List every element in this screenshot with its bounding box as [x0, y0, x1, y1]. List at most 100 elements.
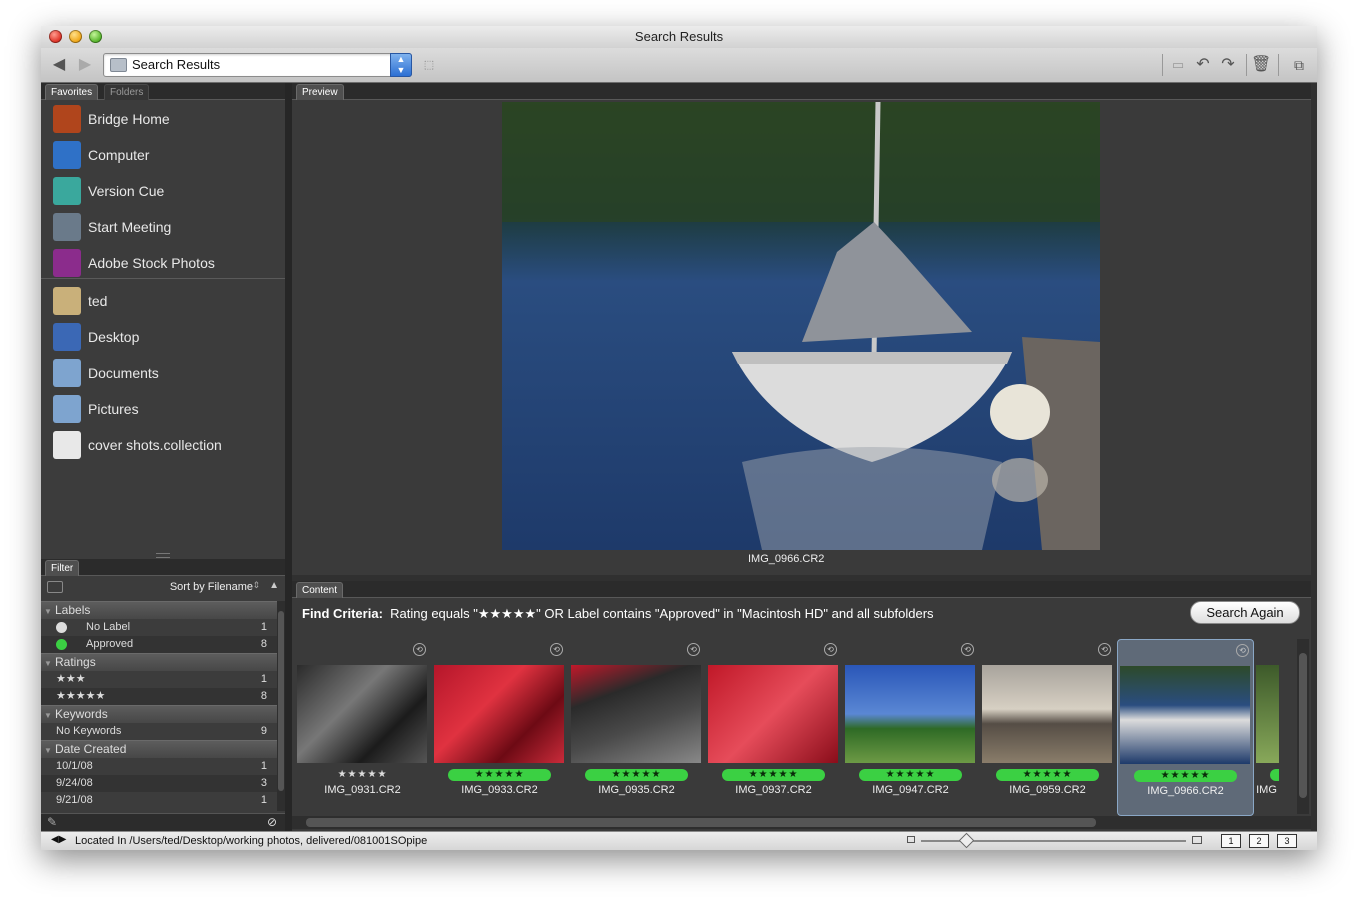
path-dropdown-button[interactable]: ▲ ▼	[390, 53, 412, 77]
filter-row-count: 1	[260, 673, 267, 685]
pin-filter-icon[interactable]: ✎	[47, 815, 57, 829]
tab-content[interactable]: Content	[296, 582, 344, 598]
workspace-view-button[interactable]: 2	[1249, 834, 1269, 848]
filter-row[interactable]: ★★★ 1	[41, 671, 277, 688]
thumbnail[interactable]: ⟲ ★★★★★ IMG_0959.CR2	[980, 639, 1115, 814]
thumbnail-image[interactable]	[571, 665, 701, 763]
compact-mode-icon[interactable]: ⧉	[1289, 55, 1309, 75]
sort-by-dropdown[interactable]: Sort by Filename	[170, 581, 253, 593]
favorite-item[interactable]: Adobe Stock Photos	[41, 245, 285, 281]
thumbnail-image[interactable]	[708, 665, 838, 763]
favorite-item[interactable]: Start Meeting	[41, 209, 285, 245]
thumbnail-rating[interactable]: ★★★★★	[448, 769, 551, 781]
filter-row[interactable]: ★★★★★ 8	[41, 688, 277, 705]
filter-row[interactable]: No Label 1	[41, 619, 277, 636]
tab-folders[interactable]: Folders	[104, 84, 150, 100]
tab-favorites[interactable]: Favorites	[45, 84, 99, 100]
favorite-item[interactable]: cover shots.collection	[41, 427, 285, 463]
rotate-thumbnail-icon[interactable]: ⟲	[1098, 643, 1111, 656]
rotate-thumbnail-icon[interactable]: ⟲	[961, 643, 974, 656]
forward-arrow-icon[interactable]: ▶	[75, 55, 95, 75]
filter-row[interactable]: Approved 8	[41, 636, 277, 653]
favorite-item[interactable]: ted	[41, 283, 285, 319]
clear-filter-icon[interactable]: ⊘	[267, 815, 277, 829]
panel-resize-handle[interactable]	[156, 553, 170, 558]
filter-group-header[interactable]: ▼ Keywords	[41, 705, 277, 723]
vertical-scroll-thumb[interactable]	[1299, 653, 1307, 798]
filter-row-label: No Keywords	[56, 725, 122, 737]
thumbnail-rating[interactable]: ★★★★★	[585, 769, 688, 781]
thumbnail-image[interactable]	[434, 665, 564, 763]
filter-group-header[interactable]: ▼ Ratings	[41, 653, 277, 671]
thumbnail-image[interactable]	[982, 665, 1112, 763]
thumbnail-size-slider[interactable]	[921, 832, 1186, 849]
favorite-item[interactable]: Version Cue	[41, 173, 285, 209]
workspace-view-button[interactable]: 3	[1277, 834, 1297, 848]
filter-row[interactable]: 10/1/08 1	[41, 758, 277, 775]
thumbnail-rating[interactable]: ★★★★★	[722, 769, 825, 781]
tab-filter[interactable]: Filter	[45, 560, 80, 576]
thumbnail[interactable]: ⟲ ★★★★★ IMG_0935.CR2	[569, 639, 704, 814]
favorite-label: Documents	[88, 365, 159, 381]
filter-group-name: Keywords	[55, 707, 108, 721]
trash-icon[interactable]: 🗑	[1251, 55, 1271, 75]
toggle-panels-icon[interactable]: ◀▶	[51, 834, 66, 845]
filter-row[interactable]: 9/24/08 3	[41, 775, 277, 792]
filter-row-label: ★★★	[56, 673, 86, 685]
back-arrow-icon[interactable]: ◀	[49, 55, 69, 75]
filter-scrollbar[interactable]	[277, 601, 285, 811]
filter-group-header[interactable]: ▼ Date Created	[41, 740, 277, 758]
rotate-right-icon[interactable]: ↷	[1218, 55, 1238, 75]
thumbnail[interactable]: ★★ IMG	[1254, 639, 1279, 814]
favorite-item[interactable]: Computer	[41, 137, 285, 173]
filter-options-icon[interactable]	[47, 581, 63, 593]
panel-splitter[interactable]	[285, 83, 292, 831]
rotate-left-icon[interactable]: ↶	[1193, 55, 1213, 75]
disclosure-triangle-icon[interactable]: ▼	[41, 707, 55, 724]
thumbnail-rating[interactable]: ★★★★★	[311, 769, 414, 781]
thumbnail-rating[interactable]: ★★★★★	[859, 769, 962, 781]
rotate-thumbnail-icon[interactable]: ⟲	[687, 643, 700, 656]
content-vertical-scrollbar[interactable]	[1297, 639, 1309, 814]
thumbnail[interactable]: ⟲ ★★★★★ IMG_0933.CR2	[432, 639, 567, 814]
rotate-thumbnail-icon[interactable]: ⟲	[824, 643, 837, 656]
path-bar[interactable]: Search Results ▲ ▼	[103, 53, 412, 77]
thumbnail-rating[interactable]: ★★★★★	[1134, 770, 1237, 782]
tab-preview[interactable]: Preview	[296, 84, 344, 100]
preview-image[interactable]	[502, 102, 1100, 550]
favorite-item[interactable]: Desktop	[41, 319, 285, 355]
favorite-item[interactable]: Bridge Home	[41, 101, 285, 137]
content-horizontal-scrollbar[interactable]	[292, 816, 1311, 829]
disclosure-triangle-icon[interactable]: ▼	[41, 655, 55, 672]
thumbnail-image[interactable]	[1120, 666, 1250, 764]
favorite-item[interactable]: Documents	[41, 355, 285, 391]
sort-direction-icon[interactable]: ▲	[269, 580, 279, 591]
disclosure-triangle-icon[interactable]: ▼	[41, 742, 55, 759]
thumbnail[interactable]: ⟲ ★★★★★ IMG_0931.CR2	[295, 639, 430, 814]
search-again-button[interactable]: Search Again	[1190, 601, 1300, 624]
workspace-view-button[interactable]: 1	[1221, 834, 1241, 848]
favorite-item[interactable]: Pictures	[41, 391, 285, 427]
rotate-thumbnail-icon[interactable]: ⟲	[413, 643, 426, 656]
go-up-folder-icon[interactable]: ⬚	[419, 55, 439, 75]
filter-row[interactable]: No Keywords 9	[41, 723, 277, 740]
thumbnail-image[interactable]	[845, 665, 975, 763]
no-label-icon	[56, 622, 67, 633]
thumbnail-rating[interactable]: ★★	[1270, 769, 1279, 781]
slider-knob[interactable]	[958, 832, 975, 849]
filter-group-header[interactable]: ▼ Labels	[41, 601, 277, 619]
thumbnail[interactable]: ⟲ ★★★★★ IMG_0937.CR2	[706, 639, 841, 814]
thumbnail[interactable]: ⟲ ★★★★★ IMG_0966.CR2	[1117, 639, 1254, 816]
filter-scroll-thumb[interactable]	[278, 611, 284, 791]
new-folder-icon[interactable]: ▭	[1168, 55, 1188, 75]
disclosure-triangle-icon[interactable]: ▼	[41, 603, 55, 620]
thumbnail-rating[interactable]: ★★★★★	[996, 769, 1099, 781]
filter-row[interactable]: 9/21/08 1	[41, 792, 277, 809]
thumbnail-filename: IMG_0966.CR2	[1147, 785, 1224, 797]
horizontal-scroll-thumb[interactable]	[306, 818, 1096, 827]
rotate-thumbnail-icon[interactable]: ⟲	[550, 643, 563, 656]
thumbnail-image[interactable]	[1256, 665, 1279, 763]
thumbnail-image[interactable]	[297, 665, 427, 763]
thumbnail[interactable]: ⟲ ★★★★★ IMG_0947.CR2	[843, 639, 978, 814]
rotate-thumbnail-icon[interactable]: ⟲	[1236, 644, 1249, 657]
